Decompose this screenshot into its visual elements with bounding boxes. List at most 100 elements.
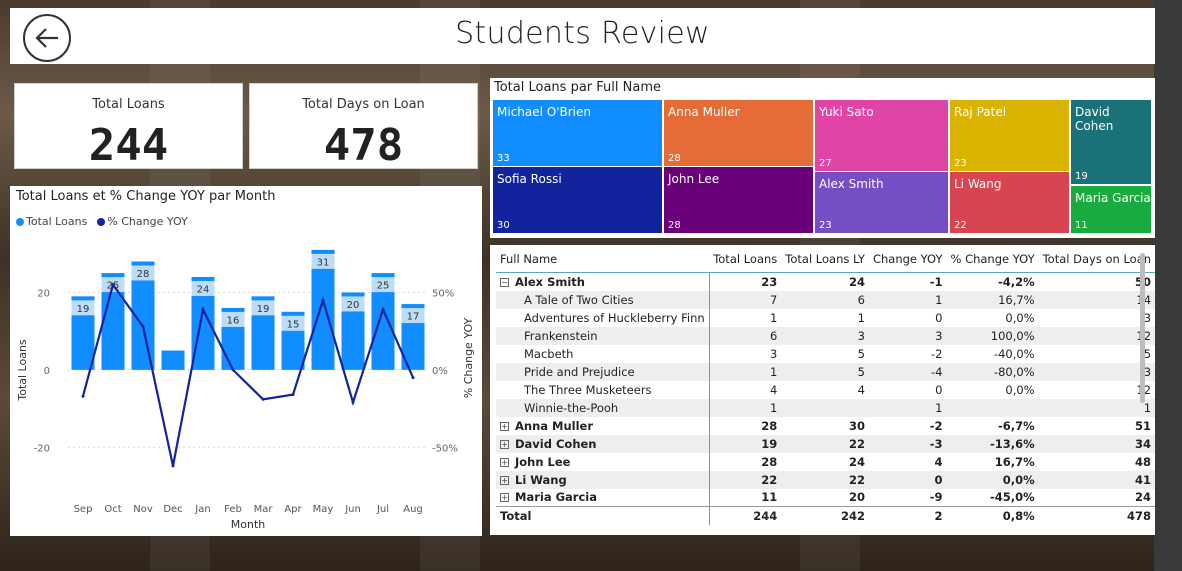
table-row[interactable]: + John Lee 28 24 4 16,7% 48 (496, 452, 1155, 471)
expand-icon[interactable]: + (500, 493, 509, 503)
table-cell: 0 (935, 382, 943, 397)
table-row[interactable]: −Alex Smith 23 24 -1 -4,2% 50 (496, 272, 1155, 291)
table-cell: 22 (709, 470, 782, 489)
line-point (291, 393, 295, 397)
table-cell: 12 (1039, 381, 1155, 399)
treemap-tile[interactable]: David Cohen 19 (1071, 100, 1151, 184)
column-header[interactable]: Total Loans (709, 250, 782, 273)
table-cell: -6,7% (997, 418, 1035, 433)
treemap-tile[interactable]: Anna Muller 28 (664, 100, 813, 166)
treemap-tile[interactable]: Li Wang 22 (950, 172, 1069, 233)
table-cell: 41 (1038, 470, 1156, 489)
tile-value: 28 (668, 220, 681, 231)
table-row[interactable]: + Maria Garcia 11 20 -9 -45,0% 24 (496, 488, 1155, 507)
row-name-cell: Total (496, 506, 710, 525)
treemap-tile[interactable]: John Lee 28 (664, 167, 813, 233)
table-header-row: Full Name Total Loans Total Loans LY Cha… (496, 250, 1156, 273)
table-cell: 19 (709, 434, 782, 453)
row-name: Frankenstein (524, 328, 598, 343)
expand-icon[interactable]: + (500, 439, 509, 449)
table-row[interactable]: The Three Musketeers 4 4 0 0,0% 12 (496, 380, 1155, 399)
row-name-cell: − Alex Smith (496, 272, 710, 291)
column-header[interactable]: Change YOY (868, 250, 947, 273)
row-name: John Lee (515, 454, 571, 469)
table-row[interactable]: + David Cohen 19 22 -3 -13,6% 34 (496, 434, 1156, 453)
tile-value: 30 (497, 220, 510, 231)
table-cell: -40,0% (993, 346, 1035, 361)
column-header[interactable]: Full Name (496, 250, 710, 273)
header-bar: Students Review (10, 8, 1155, 64)
treemap-tile[interactable]: Maria Garcia 11 (1071, 186, 1151, 233)
kpi-value: 244 (88, 120, 169, 171)
expand-icon[interactable]: + (500, 457, 509, 467)
row-name: A Tale of Two Cities (524, 292, 634, 307)
row-name-cell: + Li Wang (496, 470, 710, 489)
table-cell: -3 (868, 434, 947, 453)
line-point (261, 397, 265, 401)
treemap-tile[interactable]: Michael O'Brien 33 (493, 100, 662, 166)
expand-icon[interactable]: + (500, 421, 509, 431)
table-cell: 0 (868, 470, 947, 489)
y-tick-label: 0 (44, 366, 50, 377)
table-cell: 1 (1038, 398, 1156, 417)
table-cell: 16,7% (994, 454, 1035, 469)
y2-axis-title: % Change YOY (462, 318, 475, 399)
table-row[interactable]: Pride and Prejudice 1 5 -4 -80,0% 3 (496, 362, 1156, 381)
tile-label: John Lee (668, 172, 720, 186)
matrix-table-panel[interactable]: Full Name Total Loans Total Loans LY Cha… (490, 245, 1156, 535)
table-row[interactable]: Adventures of Huckleberry Finn 1 1 0 0,0% 3 (496, 308, 1155, 327)
x-tick-label: Dec (163, 504, 182, 515)
treemap-tile[interactable]: Sofia Rossi 30 (493, 167, 662, 233)
row-name: Pride and Prejudice (524, 364, 635, 379)
kpi-card-total-loans[interactable]: Total Loans 244 (14, 83, 243, 169)
column-header[interactable]: % Change YOY (946, 250, 1039, 273)
table-cell: 0,8% (946, 506, 1039, 525)
table-cell: 7 (709, 290, 782, 309)
line-point (111, 283, 115, 287)
table-cell: 50 (1039, 273, 1155, 291)
tile-label: Maria Garcia (1075, 191, 1151, 205)
treemap-tile[interactable]: Raj Patel 23 (950, 100, 1069, 171)
kpi-card-total-days[interactable]: Total Days on Loan 478 (249, 83, 478, 169)
treemap-panel[interactable]: Total Loans par Full Name Michael O'Brie… (490, 78, 1155, 238)
line-point (321, 298, 325, 302)
table-cell: 30 (848, 418, 865, 433)
tile-value: 28 (668, 153, 681, 164)
line-point (171, 464, 175, 468)
table-cell: 3 (1038, 362, 1156, 381)
vertical-scrollbar[interactable] (1140, 253, 1145, 403)
column-header[interactable]: Total Days on Loan (1038, 250, 1156, 273)
kpi-label: Total Loans (92, 97, 165, 112)
treemap-tile[interactable]: Alex Smith 23 (815, 172, 948, 233)
row-name-cell: + Anna Muller (496, 416, 710, 435)
table-cell: 0 (935, 310, 943, 325)
row-name-cell: Pride and Prejudice (496, 362, 710, 381)
tile-value: 11 (1075, 220, 1088, 231)
table-row[interactable]: + Anna Muller 28 30 -2 -6,7% 51 (496, 416, 1155, 435)
table-cell: 48 (1135, 454, 1152, 469)
table-row[interactable]: Winnie-the-Pooh 1 1 1 (496, 398, 1156, 417)
table-row[interactable]: Frankenstein633100,0%12 (496, 326, 1156, 345)
column-header[interactable]: Total Loans LY (781, 250, 869, 273)
table-row[interactable]: Macbeth 3 5 -2 -40,0% 5 (496, 344, 1155, 363)
expand-icon[interactable]: + (500, 475, 509, 485)
combo-chart-panel[interactable]: Total Loans et % Change YOY par Month To… (10, 186, 482, 536)
row-name: David Cohen (515, 436, 597, 451)
bar (161, 350, 185, 370)
table-cell: 11 (761, 490, 778, 505)
table-cell: 4 (857, 382, 865, 397)
table-total-row[interactable]: Total 244 242 2 0,8% 478 (496, 506, 1156, 525)
table-row[interactable]: A Tale of Two Cities 76116,7%14 (496, 290, 1156, 309)
table-cell: 1 (868, 398, 947, 417)
table-cell: 28 (761, 418, 778, 433)
table-cell: 1 (769, 310, 778, 325)
table-row[interactable]: + Li Wang 22 22 0 0,0% 41 (496, 470, 1156, 489)
data-label: 31 (317, 257, 330, 268)
table-cell: -9 (929, 490, 943, 505)
collapse-icon[interactable]: − (500, 277, 509, 287)
table-cell: 51 (1135, 418, 1152, 433)
tile-label: David Cohen (1075, 105, 1114, 133)
treemap-tile[interactable]: Yuki Sato 27 (815, 100, 948, 171)
line-point (81, 394, 85, 398)
data-label: 24 (197, 284, 210, 295)
